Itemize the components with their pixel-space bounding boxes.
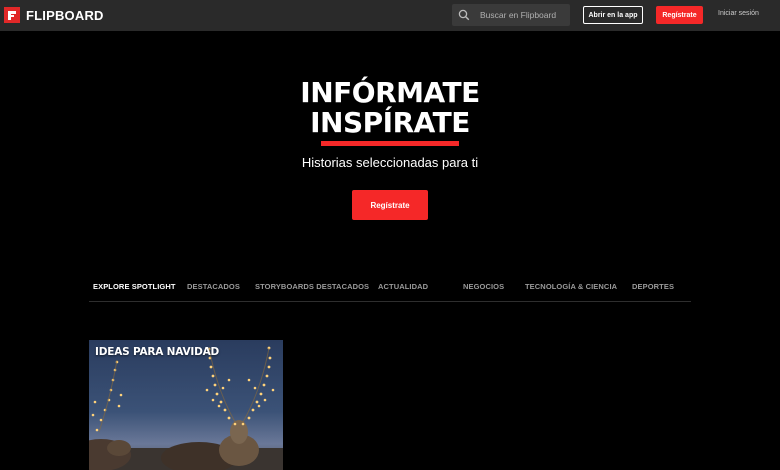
flipboard-logo[interactable]: FLIPBOARD	[4, 7, 104, 23]
login-link[interactable]: Iniciar sesión	[718, 10, 759, 17]
open-in-app-button[interactable]: Abrir en la app	[583, 6, 643, 24]
hero-underline-decoration	[321, 141, 459, 146]
tab-negocios[interactable]: NEGOCIOS	[463, 282, 504, 291]
tab-actualidad[interactable]: ACTUALIDAD	[378, 282, 428, 291]
brand-name: FLIPBOARD	[26, 7, 104, 23]
topic-tabs: EXPLORE SPOTLIGHT DESTACADOS STORYBOARDS…	[89, 276, 691, 302]
search-icon	[458, 9, 470, 21]
flipboard-logo-icon	[4, 7, 20, 23]
register-button[interactable]: Regístrate	[656, 6, 703, 24]
hero-heading-line-1: INFÓRMATE	[300, 76, 480, 109]
card-title: IDEAS PARA NAVIDAD	[95, 346, 220, 358]
tab-storyboards-destacados[interactable]: STORYBOARDS DESTACADOS	[255, 282, 369, 291]
hero-heading: INFÓRMATE INSPÍRATE	[0, 78, 780, 138]
tab-deportes[interactable]: DEPORTES	[632, 282, 674, 291]
hero-register-button[interactable]: Regístrate	[352, 190, 428, 220]
hero-subtitle: Historias seleccionadas para ti	[301, 155, 479, 170]
tab-explore-spotlight[interactable]: EXPLORE SPOTLIGHT	[93, 282, 176, 291]
tab-tecnologia-ciencia[interactable]: TECNOLOGÍA & CIENCIA	[525, 282, 617, 291]
story-card[interactable]: IDEAS PARA NAVIDAD	[89, 340, 283, 470]
tab-destacados[interactable]: DESTACADOS	[187, 282, 240, 291]
hero-heading-line-2: INSPÍRATE	[310, 106, 470, 139]
card-image-reindeer	[89, 340, 283, 470]
top-navigation-bar: FLIPBOARD Abrir en la app Regístrate Ini…	[0, 0, 780, 31]
search-box[interactable]	[452, 4, 570, 26]
search-input[interactable]	[480, 10, 570, 20]
